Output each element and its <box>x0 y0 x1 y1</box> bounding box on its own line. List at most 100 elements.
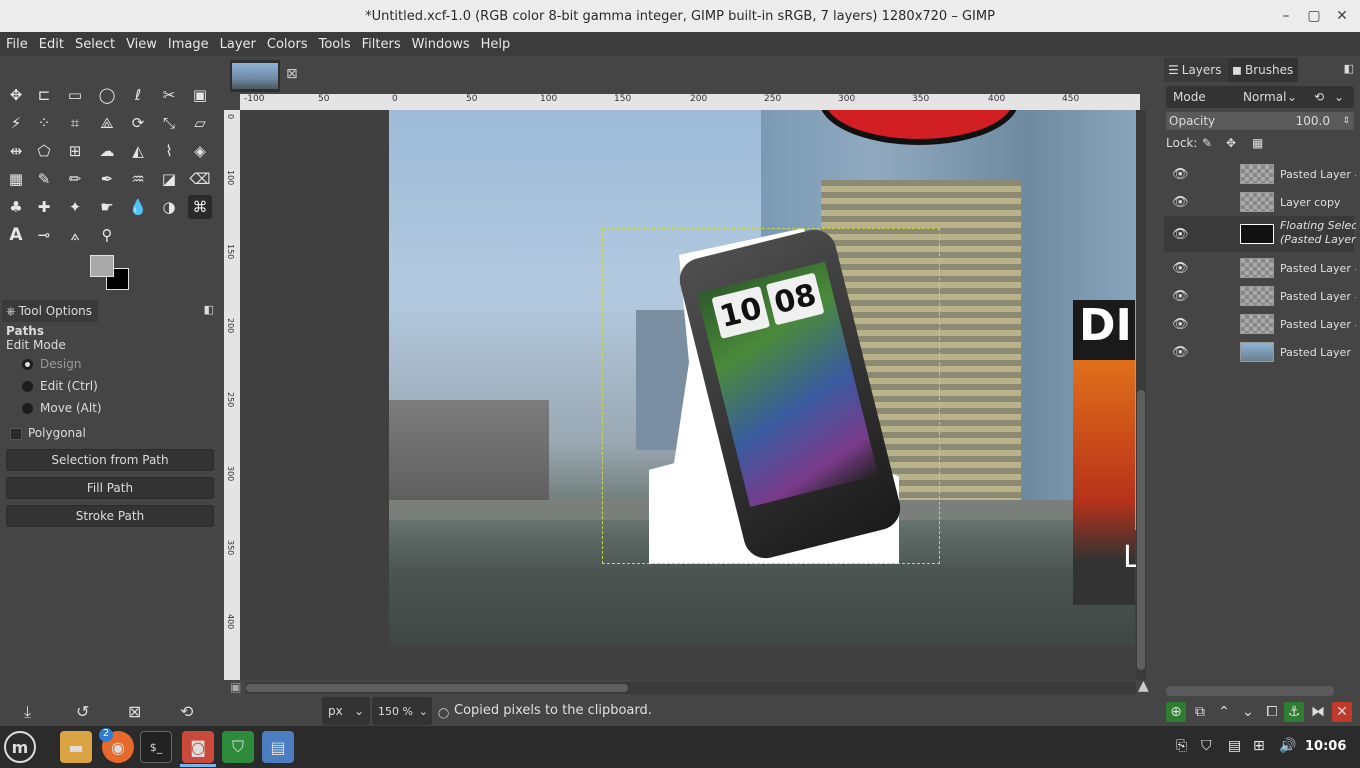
layer-row-floating-selection[interactable]: 👁 Floating Select (Pasted Layer # <box>1164 216 1356 252</box>
color-select-icon[interactable]: ⁘ <box>32 111 56 135</box>
network-tray-icon[interactable]: ⊞ <box>1253 738 1265 754</box>
tab-brushes[interactable]: ◼ Brushes <box>1228 58 1298 82</box>
polygonal-checkbox[interactable] <box>10 428 22 440</box>
eraser-icon[interactable]: ⌫ <box>188 167 212 191</box>
delete-options-icon[interactable]: ⊠ <box>128 702 141 721</box>
menu-windows[interactable]: Windows <box>412 37 470 52</box>
fill-path-button[interactable]: Fill Path <box>6 477 214 499</box>
duplicate-layer-icon[interactable]: ⧠ <box>1262 702 1282 722</box>
menu-file[interactable]: File <box>6 37 28 52</box>
layer-row[interactable]: 👁 Pasted Layer # <box>1164 310 1356 338</box>
pencil-icon[interactable]: ✏ <box>63 167 87 191</box>
horizontal-scroll-thumb[interactable] <box>246 684 628 692</box>
color-picker-icon[interactable]: ⊸ <box>32 223 56 247</box>
save-options-icon[interactable]: ⤓ <box>24 702 31 722</box>
scale-icon[interactable]: ⤡ <box>157 111 181 135</box>
layer-row[interactable]: 👁 Pasted Layer <box>1164 338 1354 366</box>
floating-selection-boundary[interactable] <box>602 228 940 564</box>
layers-horizontal-scrollbar[interactable] <box>1166 686 1334 696</box>
visibility-eye-icon[interactable]: 👁 <box>1172 345 1189 360</box>
system-app-icon[interactable]: ▤ <box>262 731 294 763</box>
free-select-icon[interactable]: ℓ <box>126 83 150 107</box>
mode-select[interactable]: Normal <box>1243 90 1286 104</box>
rotate-icon[interactable]: ⟳ <box>126 111 150 135</box>
gradient-icon[interactable]: ▦ <box>4 167 28 191</box>
vertical-scrollbar[interactable] <box>1136 110 1146 680</box>
visibility-eye-icon[interactable]: 👁 <box>1172 227 1189 242</box>
new-layer-group-icon[interactable]: ⧉ <box>1190 702 1210 722</box>
path-transform-icon[interactable]: ⌇ <box>157 139 181 163</box>
terminal-icon[interactable]: $_ <box>140 731 172 763</box>
measure-icon[interactable]: ⟑ <box>63 223 87 247</box>
lock-position-icon[interactable]: ✥ <box>1226 136 1236 150</box>
menu-layer[interactable]: Layer <box>220 37 256 52</box>
dodge-burn-icon[interactable]: ◑ <box>157 195 181 219</box>
zoom-select[interactable]: 150 % ⌄ <box>372 697 432 725</box>
perspective-icon[interactable]: ⬠ <box>32 139 56 163</box>
cage-transform-icon[interactable]: ⊞ <box>63 139 87 163</box>
clone-icon[interactable]: ♣ <box>4 195 28 219</box>
canvas-viewport[interactable]: DI L 10 08 <box>240 110 1140 680</box>
radio-edit[interactable] <box>22 381 33 392</box>
foreground-color[interactable] <box>90 255 114 277</box>
files-icon[interactable]: ▬ <box>60 731 92 763</box>
horizontal-ruler[interactable]: -100 50 0 50 100 150 200 250 300 350 400… <box>240 94 1140 110</box>
new-layer-icon[interactable]: ⊕ <box>1166 702 1186 722</box>
delete-layer-icon[interactable]: ✕ <box>1332 702 1352 722</box>
reset-options-icon[interactable]: ⟲ <box>180 702 193 721</box>
tab-tool-options[interactable]: ⎈ Tool Options <box>2 300 98 322</box>
navigate-icon[interactable]: ▲ <box>1138 678 1149 694</box>
scissors-icon[interactable]: ✂ <box>157 83 181 107</box>
anchor-layer-icon[interactable]: ⚓ <box>1284 702 1304 722</box>
radio-design[interactable] <box>22 359 33 370</box>
vertical-ruler[interactable]: 0 100 150 200 250 300 350 400 <box>224 110 240 680</box>
minimize-icon[interactable]: – <box>1272 0 1300 32</box>
menu-filters[interactable]: Filters <box>362 37 401 52</box>
layer-row[interactable]: 👁 Pasted Layer # <box>1164 254 1356 282</box>
stroke-path-button[interactable]: Stroke Path <box>6 505 214 527</box>
layer-row[interactable]: 👁 Layer copy <box>1164 188 1354 216</box>
rect-select-icon[interactable]: ▭ <box>63 83 87 107</box>
blur-icon[interactable]: 💧 <box>126 195 150 219</box>
menu-tools[interactable]: Tools <box>319 37 351 52</box>
smudge-icon[interactable]: ☛ <box>95 195 119 219</box>
text-tool-icon[interactable]: A <box>4 223 28 247</box>
opacity-slider[interactable]: Opacity 100.0 ⇕ <box>1166 112 1354 130</box>
tab-layers[interactable]: ☰ Layers <box>1164 58 1228 82</box>
shield-app-icon[interactable]: ⛉ <box>222 731 254 763</box>
raise-layer-icon[interactable]: ⌃ <box>1214 702 1234 722</box>
foreground-select-icon[interactable]: ▣ <box>188 83 212 107</box>
vertical-scroll-thumb[interactable] <box>1137 390 1145 670</box>
menu-help[interactable]: Help <box>481 37 511 52</box>
gimp-icon[interactable]: ◙ <box>182 731 214 763</box>
maximize-icon[interactable]: ▢ <box>1300 0 1328 32</box>
airbrush-icon[interactable]: ✒ <box>95 167 119 191</box>
perspective-clone-icon[interactable]: ✦ <box>63 195 87 219</box>
menu-image[interactable]: Image <box>168 37 209 52</box>
close-image-icon[interactable]: ⊠ <box>286 66 298 82</box>
chevron-down-icon[interactable]: ⌄ <box>1334 90 1344 104</box>
visibility-eye-icon[interactable]: 👁 <box>1172 261 1189 276</box>
panel-menu-icon[interactable]: ◧ <box>1344 62 1354 75</box>
quick-mask-icon[interactable]: ▣ <box>230 680 241 694</box>
shield-tray-icon[interactable]: ⛉ <box>1201 738 1212 754</box>
menu-colors[interactable]: Colors <box>267 37 308 52</box>
unified-transform-icon[interactable]: ⟁ <box>95 111 119 135</box>
visibility-eye-icon[interactable]: 👁 <box>1172 167 1189 182</box>
unit-select[interactable]: px ⌄ <box>322 697 370 725</box>
close-icon[interactable]: ✕ <box>1328 0 1356 32</box>
ellipse-select-icon[interactable]: ◯ <box>95 83 119 107</box>
menu-edit[interactable]: Edit <box>39 37 64 52</box>
reset-mode-icon[interactable]: ⟲ <box>1314 90 1324 104</box>
warp-transform-icon[interactable]: ☁ <box>95 139 119 163</box>
layer-row[interactable]: 👁 Pasted Layer # <box>1164 282 1356 310</box>
merge-layer-icon[interactable]: ⧓ <box>1308 702 1328 722</box>
spinner-icon[interactable]: ⇕ <box>1342 116 1350 126</box>
lock-alpha-icon[interactable]: ▦ <box>1252 136 1263 150</box>
move-tool-icon[interactable]: ✥ <box>4 83 28 107</box>
crop-icon[interactable]: ⌗ <box>63 111 87 135</box>
volume-tray-icon[interactable]: 🔊 <box>1279 738 1296 754</box>
image-tab[interactable] <box>230 60 280 92</box>
paintbrush-icon[interactable]: ✎ <box>32 167 56 191</box>
handle-transform-icon[interactable]: ◭ <box>126 139 150 163</box>
